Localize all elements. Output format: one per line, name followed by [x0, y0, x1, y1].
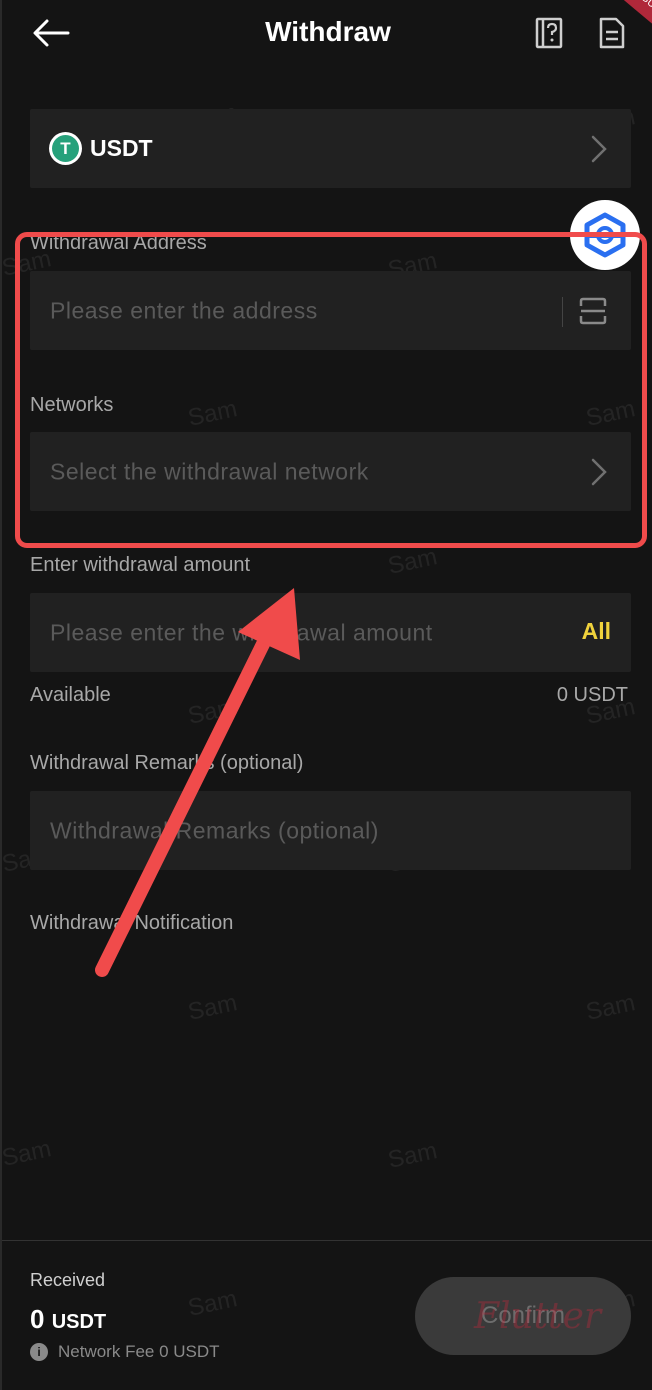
watermark: Sam	[583, 989, 638, 1026]
chevron-right-icon	[591, 135, 607, 163]
withdraw-screen: Sam Sam Sam Sam Sam Sam Sam Sam Sam Sam …	[0, 0, 652, 1390]
watermark: Sam	[185, 693, 240, 730]
network-fee-row: i Network Fee 0 USDT	[30, 1342, 220, 1362]
all-amount-button[interactable]: All	[582, 618, 611, 645]
available-value: 0 USDT	[556, 684, 628, 706]
amount-placeholder: Please enter the withdrawal amount	[50, 619, 433, 645]
watermark: Sam	[385, 1137, 440, 1174]
highlight-annotation-box	[15, 232, 647, 548]
watermark: Sam	[0, 1135, 54, 1172]
watermark: Sam	[185, 1285, 240, 1322]
received-label: Received	[30, 1270, 106, 1290]
coin-name: USDT	[90, 135, 153, 161]
remarks-placeholder: Withdrawal Remarks (optional)	[50, 817, 379, 843]
amount-label: Enter withdrawal amount	[30, 554, 251, 576]
available-label: Available	[30, 684, 111, 706]
confirm-button[interactable]: Confirm	[415, 1277, 631, 1355]
watermark: Sam	[385, 543, 440, 580]
watermark: Sam	[185, 989, 240, 1026]
bottom-divider	[2, 1240, 652, 1241]
remarks-label: Withdrawal Remarks (optional)	[30, 752, 304, 774]
document-icon	[599, 17, 625, 49]
amount-input[interactable]: Please enter the withdrawal amount All	[30, 593, 631, 672]
received-amount: 0	[30, 1304, 45, 1334]
help-book-icon	[535, 17, 563, 49]
usdt-symbol: T	[52, 135, 79, 162]
help-button[interactable]	[534, 17, 564, 49]
received-value: 0 USDT	[30, 1304, 106, 1335]
usdt-coin-icon: T	[49, 132, 82, 165]
records-button[interactable]	[598, 17, 626, 49]
network-fee-text: Network Fee 0 USDT	[58, 1342, 220, 1361]
coin-selector[interactable]: T USDT	[30, 109, 631, 188]
received-unit: USDT	[51, 1311, 107, 1333]
info-icon: i	[30, 1343, 48, 1361]
notification-label: Withdrawal Notification	[30, 912, 234, 934]
remarks-input[interactable]: Withdrawal Remarks (optional)	[30, 791, 631, 870]
app-header: Withdraw DEBUG	[2, 0, 652, 68]
